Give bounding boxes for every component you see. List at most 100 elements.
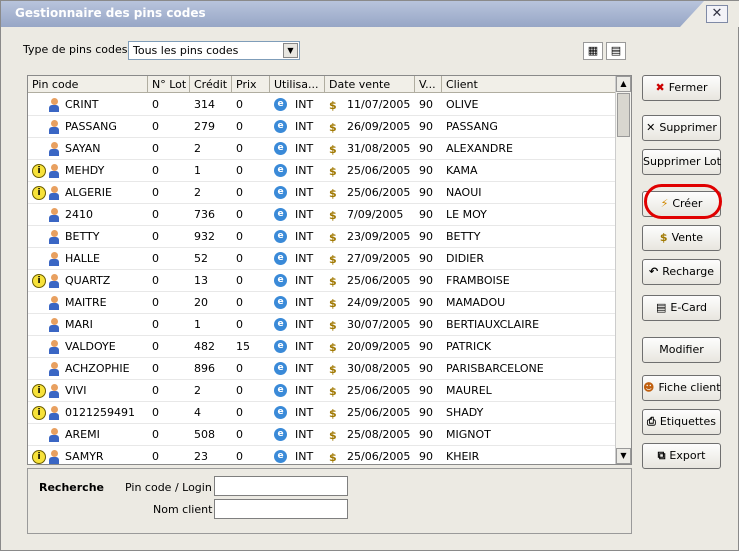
sell-button[interactable]: $ Vente — [642, 225, 721, 251]
lot-cell: 0 — [152, 450, 159, 463]
col-prix[interactable]: Prix — [232, 76, 270, 92]
table-row[interactable]: PASSANG 0 279 0 e INT $26/09/2005 90 PASSANG — [28, 116, 616, 138]
credit-cell: 2 — [194, 186, 201, 199]
table-row[interactable]: MARI 0 1 0 e INT $30/07/2005 90 BERTIAUXCLAIRE — [28, 314, 616, 336]
coin-icon: $ — [329, 120, 337, 134]
table-row[interactable]: i ALGERIE 0 2 0 e INT $25/06/2005 90 NAOUI — [28, 182, 616, 204]
table-row[interactable]: i SAMYR 0 23 0 e INT $25/06/2005 90 KHEIR — [28, 446, 616, 464]
credit-cell: 932 — [194, 230, 215, 243]
lot-cell: 0 — [152, 252, 159, 265]
delete-button[interactable]: ✕ Supprimer — [642, 115, 721, 141]
col-v[interactable]: V... — [415, 76, 442, 92]
table-row[interactable]: MAITRE 0 20 0 e INT $24/09/2005 90 MAMADOU — [28, 292, 616, 314]
client-cell: DIDIER — [446, 252, 485, 265]
close-button[interactable]: ✕ — [706, 5, 728, 23]
col-credit[interactable]: Crédit — [190, 76, 232, 92]
card-view-icon[interactable]: ▤ — [606, 42, 626, 60]
client-cell: PASSANG — [446, 120, 498, 133]
info-icon: i — [32, 273, 46, 288]
export-label: Export — [669, 449, 706, 462]
delete-icon: ✕ — [646, 121, 656, 134]
scroll-down-icon[interactable]: ▼ — [616, 448, 631, 464]
close-window-button[interactable]: ✖ Fermer — [642, 75, 721, 101]
table-row[interactable]: SAYAN 0 2 0 e INT $31/08/2005 90 ALEXANDRE — [28, 138, 616, 160]
supprimer-lot-label: Supprimer Lot — [643, 155, 721, 168]
coin-icon: $ — [329, 406, 337, 420]
pin-login-input[interactable] — [214, 476, 348, 496]
table-row[interactable]: CRINT 0 314 0 e INT $11/07/2005 90 OLIVE — [28, 94, 616, 116]
table-row[interactable]: i QUARTZ 0 13 0 e INT $25/06/2005 90 FRAMBOISE — [28, 270, 616, 292]
table-row[interactable]: VALDOYE 0 482 15 e INT $20/09/2005 90 PATRICK — [28, 336, 616, 358]
pin-code-text: SAYAN — [65, 142, 101, 155]
v-cell: 90 — [419, 120, 433, 133]
export-button[interactable]: ⧉ Export — [642, 443, 721, 469]
lot-cell: 0 — [152, 406, 159, 419]
pin-code-text: HALLE — [65, 252, 101, 265]
user-icon — [48, 97, 60, 112]
table-row[interactable]: AREMI 0 508 0 e INT $25/08/2005 90 MIGNOT — [28, 424, 616, 446]
grid-view-icon[interactable]: ▦ — [583, 42, 603, 60]
undo-icon: ↶ — [649, 265, 659, 278]
coin-icon: $ — [329, 318, 337, 332]
table-row[interactable]: i MEHDY 0 1 0 e INT $25/06/2005 90 KAMA — [28, 160, 616, 182]
prix-cell: 0 — [236, 384, 243, 397]
table-row[interactable]: i 0121259491 0 4 0 e INT $25/06/2005 90 SHADY — [28, 402, 616, 424]
pin-code-cell: CRINT — [28, 97, 148, 112]
table-header: Pin code N° Lot Crédit Prix Utilisa... D… — [28, 76, 616, 93]
chevron-down-icon[interactable]: ▼ — [283, 43, 298, 58]
table-row[interactable]: 2410 0 736 0 e INT $7/09/2005 90 LE MOY — [28, 204, 616, 226]
labels-button[interactable]: ⎙ Etiquettes — [642, 409, 721, 435]
date-vente-cell: $25/08/2005 — [329, 428, 411, 441]
ecard-label: E-Card — [670, 301, 708, 314]
lot-cell: 0 — [152, 186, 159, 199]
table-row[interactable]: HALLE 0 52 0 e INT $27/09/2005 90 DIDIER — [28, 248, 616, 270]
col-pin-code[interactable]: Pin code — [28, 76, 148, 92]
prix-cell: 0 — [236, 362, 243, 375]
client-cell: BERTIAUXCLAIRE — [446, 318, 540, 331]
credit-cell: 2 — [194, 142, 201, 155]
internet-icon: e — [274, 274, 287, 287]
col-lot[interactable]: N° Lot — [148, 76, 190, 92]
close-icon: ✖ — [655, 81, 665, 94]
pin-code-cell: HALLE — [28, 251, 148, 266]
client-file-button[interactable]: ☻ Fiche client — [642, 375, 721, 401]
col-date-vente[interactable]: Date vente — [325, 76, 415, 92]
delete-lot-button[interactable]: Supprimer Lot — [642, 149, 721, 175]
vertical-scrollbar[interactable]: ▲ ▼ — [615, 76, 631, 464]
info-icon: i — [32, 449, 46, 464]
user-icon — [48, 207, 60, 222]
coin-icon: $ — [329, 164, 337, 178]
ecard-button[interactable]: ▤ E-Card — [642, 295, 721, 321]
credit-cell: 314 — [194, 98, 215, 111]
recharge-button[interactable]: ↶ Recharge — [642, 259, 721, 285]
prix-cell: 0 — [236, 428, 243, 441]
utilisateur-cell: e INT — [270, 384, 325, 397]
table-row[interactable]: i VIVI 0 2 0 e INT $25/06/2005 90 MAUREL — [28, 380, 616, 402]
internet-icon: e — [274, 362, 287, 375]
pin-code-text: VIVI — [65, 384, 87, 397]
utilisateur-cell: e INT — [270, 186, 325, 199]
pin-code-cell: VALDOYE — [28, 339, 148, 354]
utilisateur-cell: e INT — [270, 296, 325, 309]
pin-type-select[interactable]: Tous les pins codes ▼ — [128, 41, 300, 60]
col-utilisateur[interactable]: Utilisa... — [270, 76, 325, 92]
utilisateur-cell: e INT — [270, 318, 325, 331]
scroll-thumb[interactable] — [617, 93, 630, 137]
table-row[interactable]: ACHZOPHIE 0 896 0 e INT $30/08/2005 90 PARISBARC… — [28, 358, 616, 380]
user-icon — [48, 273, 60, 288]
v-cell: 90 — [419, 362, 433, 375]
table-row[interactable]: BETTY 0 932 0 e INT $23/09/2005 90 BETTY — [28, 226, 616, 248]
client-name-input[interactable] — [214, 499, 348, 519]
client-cell: PATRICK — [446, 340, 492, 353]
date-vente-cell: $30/07/2005 — [329, 318, 411, 332]
pin-code-cell: ACHZOPHIE — [28, 361, 148, 376]
internet-icon: e — [274, 252, 287, 265]
scroll-up-icon[interactable]: ▲ — [616, 76, 631, 92]
utilisateur-cell: e INT — [270, 274, 325, 287]
modify-button[interactable]: Modifier — [642, 337, 721, 363]
internet-icon: e — [274, 318, 287, 331]
col-client[interactable]: Client — [442, 76, 616, 92]
credit-cell: 52 — [194, 252, 208, 265]
lot-cell: 0 — [152, 318, 159, 331]
coin-icon: $ — [329, 252, 337, 266]
